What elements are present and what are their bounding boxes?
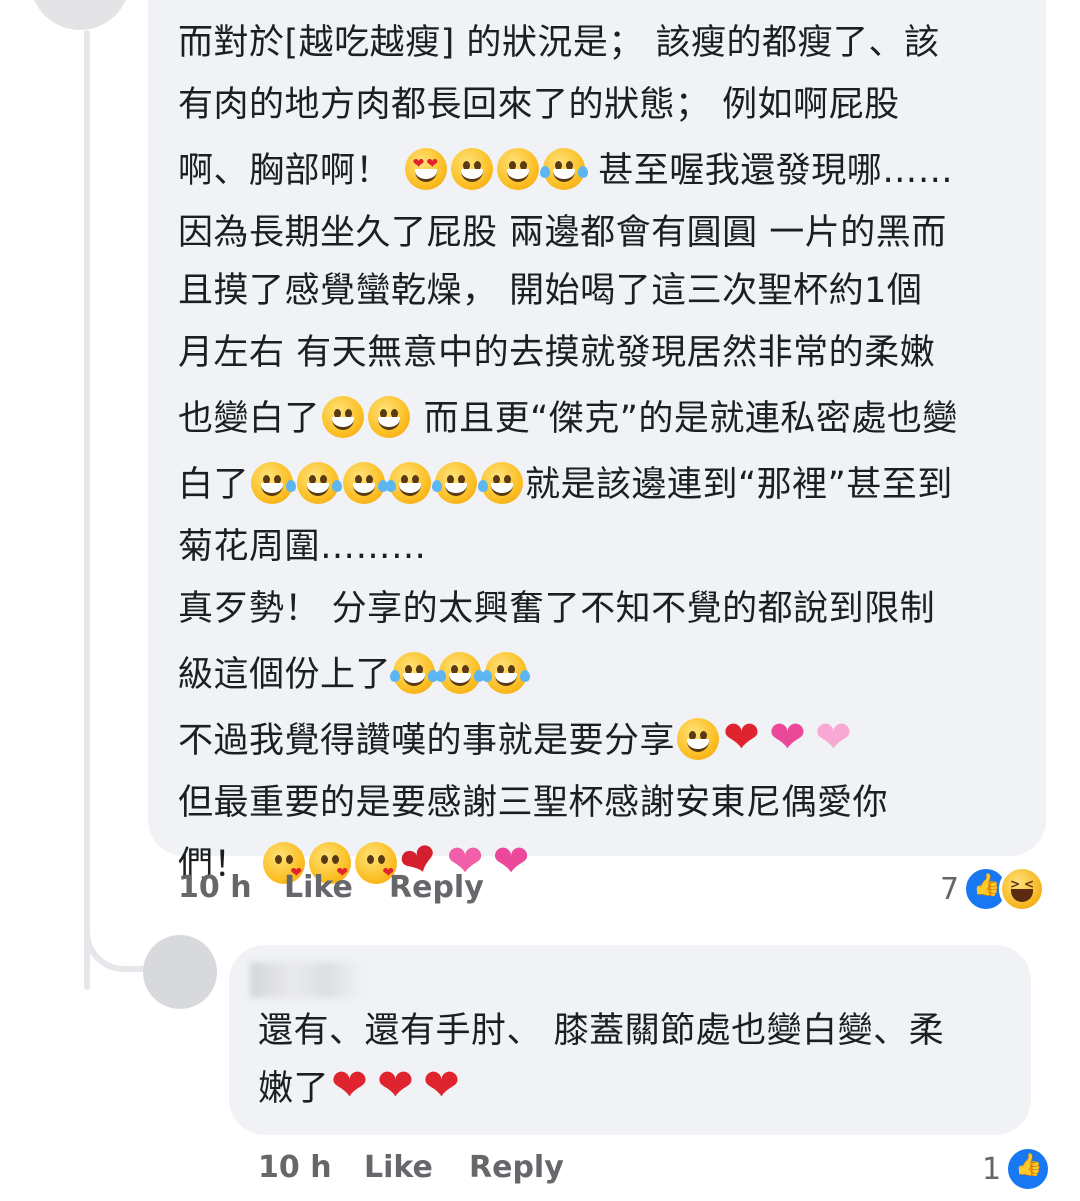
comment-line-segment: 白了: [178, 465, 250, 505]
comment-line: 也變白了 而且更“傑克”的是就連私密處也變: [178, 386, 1028, 452]
main-comment-text: 而對於[越吃越瘦] 的狀況是； 該瘦的都瘦了、該 有肉的地方肉都長回來了的狀態；…: [178, 14, 1028, 898]
reply-reaction-summary[interactable]: 1: [982, 1146, 1052, 1192]
tears-of-joy-emoji-icon: [539, 148, 588, 190]
like-reaction-icon: [1005, 1146, 1052, 1192]
comment-line-segment: 就是該邊連到“那裡”甚至到: [525, 465, 953, 505]
revolving-hearts-emoji-icon: [493, 836, 535, 888]
reply-link[interactable]: Reply: [389, 870, 484, 905]
comment-line-segment: 啊、胸部啊！: [178, 151, 392, 191]
comment-line: 但最重要的是要感謝三聖杯感謝安東尼偶愛你: [178, 783, 889, 823]
comment-line: 因為長期坐久了屁股 兩邊都會有圓圓 一片的黑而: [178, 213, 947, 253]
reaction-count: 1: [982, 1151, 1002, 1187]
commenter-avatar[interactable]: [30, 0, 130, 30]
reply-comment-text: 還有、還有手肘、 膝蓋關節處也變白變、柔 嫩了: [258, 1002, 1018, 1118]
reply-line-segment: 嫩了: [258, 1069, 330, 1109]
smiling-blush-emoji-icon: [322, 396, 365, 438]
comment-thread: 而對於[越吃越瘦] 的狀況是； 該瘦的都瘦了、該 有肉的地方肉都長回來了的狀態；…: [0, 0, 1080, 1201]
grinning-emoji-icon: [677, 718, 720, 760]
sweat-smile-emoji-icon: [343, 462, 389, 504]
reaction-summary[interactable]: 7 ><: [940, 866, 1046, 912]
sweat-smile-emoji-icon: [297, 462, 343, 504]
tears-of-joy-emoji-icon: [390, 652, 439, 694]
smiley-emoji-icon: [496, 148, 539, 190]
comment-line: 有肉的地方肉都長回來了的狀態； 例如啊屁股: [178, 85, 900, 125]
sweat-smile-emoji-icon: [251, 462, 297, 504]
heart-eyes-emoji-icon: ❤ ❤: [404, 148, 447, 190]
comment-line-segment: 級這個份上了: [178, 655, 392, 695]
like-link[interactable]: Like: [284, 870, 353, 905]
reply-line: 還有、還有手肘、 膝蓋關節處也變白變、柔: [258, 1011, 945, 1051]
grinning-emoji-icon: [450, 148, 493, 190]
comment-line-segment: 不過我覺得讚嘆的事就是要分享: [178, 721, 676, 761]
haha-reaction-icon: > <: [999, 866, 1046, 912]
comment-line-segment: 甚至喔我還發現哪……: [598, 151, 954, 191]
growing-heart-emoji-icon: [815, 712, 857, 764]
thread-connector-line: [84, 30, 90, 990]
tears-of-joy-emoji-icon: [436, 652, 485, 694]
comment-line-segment: 也變白了: [178, 399, 321, 439]
reply-reply-link[interactable]: Reply: [469, 1150, 564, 1185]
rofl-emoji-icon: [478, 462, 524, 504]
comment-line: 真歹勢！ 分享的太興奮了不知不覺的都說到限制: [178, 589, 936, 629]
comment-line: 且摸了感覺蠻乾燥， 開始喝了這三次聖杯約1個: [178, 271, 923, 311]
reply-commenter-avatar[interactable]: [143, 935, 217, 1009]
tears-of-joy-emoji-icon: [482, 652, 531, 694]
reply-line: 嫩了: [258, 1060, 1018, 1118]
red-heart-emoji-icon: [423, 1060, 465, 1112]
rofl-emoji-icon: [386, 462, 432, 504]
reaction-count: 7: [940, 871, 960, 907]
sparkling-heart-emoji-icon: [769, 712, 811, 764]
reply-commenter-name-blurred[interactable]: [250, 962, 360, 998]
comment-line-segment: 而且更“傑克”的是就連私密處也變: [423, 399, 958, 439]
comment-line: 月左右 有天無意中的去摸就發現居然非常的柔嫩: [178, 333, 936, 373]
comment-line: 菊花周圍………: [178, 527, 427, 567]
comment-line: 白了 就是該邊連到“那裡”甚至到: [178, 452, 1028, 518]
reply-timestamp[interactable]: 10 h: [258, 1150, 332, 1185]
red-heart-emoji-icon: [377, 1060, 419, 1112]
grinning-emoji-icon: [368, 396, 411, 438]
reply-like-link[interactable]: Like: [364, 1150, 433, 1185]
comment-line: 級這個份上了: [178, 642, 1028, 708]
red-heart-emoji-icon: [723, 712, 765, 764]
rofl-emoji-icon: [432, 462, 478, 504]
comment-line: 不過我覺得讚嘆的事就是要分享: [178, 708, 1028, 774]
comment-line: 而對於[越吃越瘦] 的狀況是； 該瘦的都瘦了、該: [178, 23, 940, 63]
red-heart-emoji-icon: [331, 1060, 373, 1112]
comment-line: 啊、胸部啊！ ❤ ❤ 甚至喔我還發現哪……: [178, 138, 1028, 204]
comment-timestamp[interactable]: 10 h: [178, 870, 252, 905]
